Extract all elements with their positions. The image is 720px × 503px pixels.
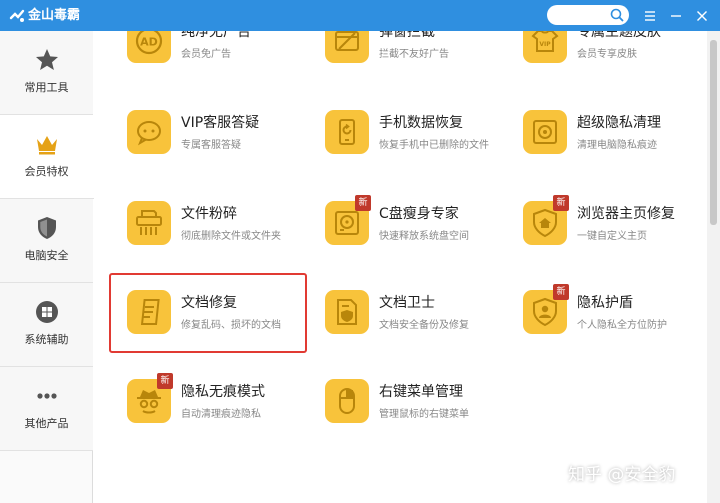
sidebar-item-other-products[interactable]: 其他产品 <box>0 367 93 451</box>
search-box[interactable] <box>547 5 629 27</box>
sidebar-item-label: 系统辅助 <box>24 333 69 346</box>
new-badge: 新 <box>157 373 173 389</box>
shield-icon <box>38 217 56 239</box>
windows-icon <box>36 301 58 323</box>
tool-ad-free[interactable]: AD 纯净无广告 会员免广告 <box>127 31 317 79</box>
new-badge: 新 <box>553 195 569 211</box>
sidebar-item-label: 会员特权 <box>24 165 69 178</box>
customer-service-icon <box>137 121 161 146</box>
mouse-menu-icon <box>339 388 355 414</box>
scrollbar-thumb[interactable] <box>710 40 717 225</box>
watermark-text: 知乎 @安全豹 <box>568 465 676 485</box>
tool-file-shredder[interactable]: 文件粉碎 彻底删除文件或文件夹 <box>127 201 317 261</box>
sidebar: 常用工具 会员特权 电脑安全 系统辅助 其他产品 <box>0 31 94 503</box>
sidebar-item-label: 其他产品 <box>24 417 69 430</box>
tool-right-click-menu[interactable]: 右键菜单管理 管理鼠标的右键菜单 <box>325 379 515 439</box>
tool-privacy-shield[interactable]: 新 隐私护盾 个人隐私全方位防护 <box>523 284 706 350</box>
sidebar-item-label: 电脑安全 <box>24 249 69 262</box>
close-icon[interactable] <box>692 6 712 26</box>
ad-block-icon: AD <box>135 31 163 55</box>
tool-incognito-mode[interactable]: 新 隐私无痕模式 自动清理痕迹隐私 <box>127 373 317 439</box>
tool-super-privacy-clean[interactable]: 超级隐私清理 清理电脑隐私痕迹 <box>523 110 706 170</box>
tool-browser-home-repair[interactable]: 新 浏览器主页修复 一键自定义主页 <box>523 195 706 261</box>
app-logo-icon <box>9 9 25 22</box>
highlight-box <box>109 273 307 353</box>
privacy-safe-icon <box>533 120 557 144</box>
privacy-shield-icon <box>533 297 557 327</box>
browser-home-icon <box>533 208 557 238</box>
title-bar: 金山毒霸 <box>0 0 720 31</box>
sidebar-item-system-assist[interactable]: 系统辅助 <box>0 283 93 367</box>
crown-icon <box>37 136 57 155</box>
more-dots-icon <box>37 393 57 399</box>
sidebar-item-member-privileges[interactable]: 会员特权 <box>0 115 94 199</box>
app-title: 金山毒霸 <box>28 8 81 23</box>
new-badge: 新 <box>553 284 569 300</box>
tool-vip-skin[interactable]: VIP 专属主题皮肤 会员专享皮肤 <box>523 31 706 79</box>
incognito-icon <box>137 390 161 414</box>
svg-text:AD: AD <box>140 36 158 49</box>
search-icon[interactable] <box>609 7 625 23</box>
file-shredder-icon <box>136 210 162 235</box>
tool-vip-customer-service[interactable]: VIP客服答疑 专属客服答疑 <box>127 110 317 170</box>
vip-skin-icon: VIP <box>531 31 559 52</box>
sidebar-item-common-tools[interactable]: 常用工具 <box>0 31 93 115</box>
new-badge: 新 <box>355 195 371 211</box>
disk-slim-icon <box>335 211 359 235</box>
tool-popup-block[interactable]: 弹窗拦截 拦截不友好广告 <box>325 31 515 79</box>
popup-block-icon <box>335 31 359 51</box>
tools-grid: AD 纯净无广告 会员免广告 弹窗拦截 拦截不友好广告 VIP 专属主题皮肤 会… <box>94 31 706 503</box>
minimize-icon[interactable] <box>666 6 686 26</box>
phone-recovery-icon <box>339 119 355 145</box>
sidebar-item-label: 常用工具 <box>24 81 69 94</box>
search-input[interactable] <box>555 7 615 27</box>
tool-c-drive-slim[interactable]: 新 C盘瘦身专家 快速释放系统盘空间 <box>325 195 515 261</box>
tool-phone-data-recovery[interactable]: 手机数据恢复 恢复手机中已删除的文件 <box>325 110 515 170</box>
document-guard-icon <box>337 299 357 325</box>
tool-document-guard[interactable]: 文档卫士 文档安全备份及修复 <box>325 290 515 350</box>
svg-text:VIP: VIP <box>539 41 551 48</box>
menu-icon[interactable] <box>640 6 660 26</box>
sidebar-item-pc-security[interactable]: 电脑安全 <box>0 199 93 283</box>
star-icon <box>36 49 58 70</box>
